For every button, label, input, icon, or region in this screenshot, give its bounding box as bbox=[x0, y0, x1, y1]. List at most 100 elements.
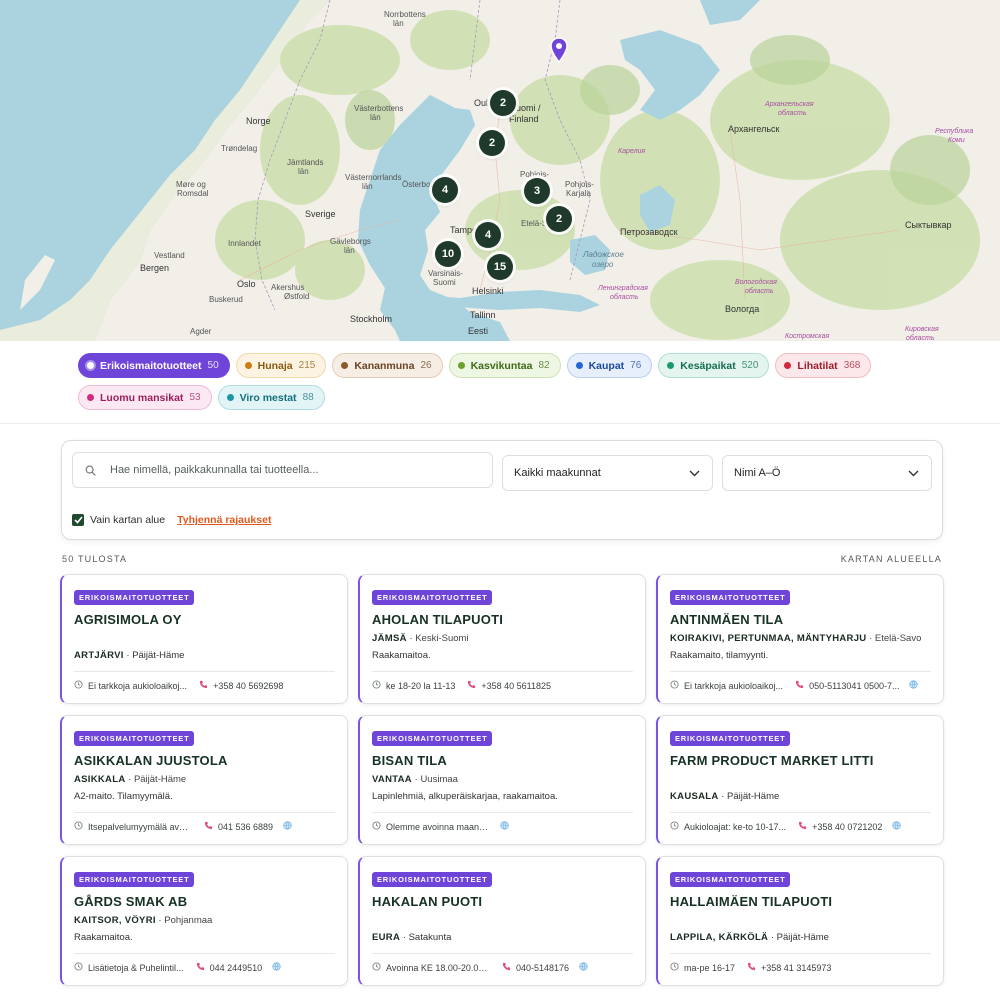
region-select[interactable]: Kaikki maakunnat bbox=[502, 455, 713, 491]
map-place-label: Sverige bbox=[305, 209, 336, 219]
phone-icon bbox=[798, 821, 807, 832]
globe-icon[interactable] bbox=[283, 821, 292, 832]
category-chip[interactable]: Kananmuna 26 bbox=[332, 353, 443, 378]
result-card[interactable]: ERIKOISMAITOTUOTTEET ANTINMÄEN TILA KOIRAK… bbox=[656, 574, 944, 704]
card-hours-text: ma-pe 16-17 bbox=[684, 962, 736, 973]
category-chip[interactable]: Hunaja 215 bbox=[235, 353, 327, 378]
map-cluster-marker[interactable]: 4 bbox=[475, 222, 501, 248]
map[interactable]: Norrbottens län Norge Västerbottens län Trønd… bbox=[0, 0, 1000, 341]
result-card[interactable]: ERIKOISMAITOTUOTTEET GÅRDS SMAK AB KAITSOR… bbox=[60, 856, 348, 986]
card-phone[interactable]: +358 40 5692698 bbox=[199, 680, 283, 691]
map-place-label: Innlandet bbox=[228, 239, 261, 248]
card-phone[interactable]: 040-5148176 bbox=[502, 962, 569, 973]
card-description: ARTJÄRVI · Päijät-Häme bbox=[74, 650, 185, 661]
map-place-label: область bbox=[610, 294, 639, 301]
card-title[interactable]: FARM PRODUCT MARKET LITTI bbox=[670, 753, 931, 768]
map-cluster-marker[interactable]: 2 bbox=[546, 206, 572, 232]
category-chip-label: Kananmuna bbox=[354, 359, 415, 372]
sort-select[interactable]: Nimi A–Ö bbox=[722, 455, 932, 491]
card-title[interactable]: BISAN TILA bbox=[372, 753, 633, 768]
search-box[interactable] bbox=[72, 452, 493, 488]
category-chip[interactable]: Kaupat 76 bbox=[566, 353, 653, 378]
category-chip[interactable]: Kasvikuntaa 82 bbox=[448, 353, 561, 378]
card-title[interactable]: AGRISIMOLA OY bbox=[74, 612, 335, 627]
card-title[interactable]: ASIKKALAN JUUSTOLA bbox=[74, 753, 335, 768]
map-place-label: Romsdal bbox=[177, 189, 209, 198]
category-chip-count: 82 bbox=[538, 360, 550, 371]
card-title[interactable]: ANTINMÄEN TILA bbox=[670, 612, 931, 627]
map-place-label: Петрозаводск bbox=[620, 227, 678, 237]
card-location bbox=[670, 774, 931, 786]
clear-filters-link[interactable]: Tyhjennä rajaukset bbox=[177, 514, 271, 526]
category-dot-icon bbox=[667, 362, 675, 369]
card-phone-text: 041 536 6889 bbox=[218, 821, 274, 832]
result-card[interactable]: ERIKOISMAITOTUOTTEET HALLAIMÄEN TILAPUOTI… bbox=[656, 856, 944, 986]
card-title[interactable]: HALLAIMÄEN TILAPUOTI bbox=[670, 894, 931, 909]
map-cluster-marker[interactable]: 2 bbox=[490, 90, 516, 116]
location-pin-icon[interactable] bbox=[549, 37, 569, 63]
globe-icon[interactable] bbox=[579, 962, 588, 973]
card-hours: Itsepalvelumyymälä avoin... bbox=[74, 821, 192, 832]
card-place: JÄMSÄ bbox=[372, 633, 407, 644]
globe-icon[interactable] bbox=[500, 821, 509, 832]
map-place-label: Pohjois- bbox=[565, 180, 594, 189]
globe-icon[interactable] bbox=[892, 821, 902, 832]
search-input[interactable] bbox=[110, 464, 480, 476]
category-chip[interactable]: Luomu mansikat 53 bbox=[78, 385, 212, 410]
map-place-label: Västerbottens bbox=[354, 104, 404, 113]
phone-icon bbox=[199, 680, 208, 691]
card-description: EURA · Satakunta bbox=[372, 932, 452, 943]
card-region: Päijät-Häme bbox=[133, 774, 187, 785]
card-hours-text: Aukioloajat: ke-to 10-17... bbox=[684, 821, 787, 832]
card-title[interactable]: HAKALAN PUOTI bbox=[372, 894, 633, 909]
category-chip-count: 520 bbox=[741, 360, 759, 371]
card-place: KAITSOR, VÖYRI bbox=[74, 915, 156, 926]
card-place: ARTJÄRVI bbox=[74, 650, 124, 661]
result-card[interactable]: ERIKOISMAITOTUOTTEET FARM PRODUCT MARKET … bbox=[656, 715, 944, 845]
card-hours: Lisätietoja & Puhelintil... bbox=[74, 962, 184, 973]
globe-icon[interactable] bbox=[909, 680, 919, 691]
divider bbox=[0, 423, 1000, 424]
globe-icon[interactable] bbox=[272, 962, 281, 973]
map-place-label: Buskerud bbox=[209, 295, 243, 304]
map-cluster-marker[interactable]: 3 bbox=[524, 178, 550, 204]
category-chip-label: Erikoismaitotuotteet bbox=[100, 359, 202, 372]
card-phone[interactable]: 041 536 6889 bbox=[204, 821, 273, 832]
map-area-checkbox[interactable] bbox=[72, 514, 84, 526]
map-place-label: Кировская bbox=[905, 326, 939, 333]
phone-icon bbox=[467, 680, 476, 691]
clock-icon bbox=[74, 680, 83, 691]
category-chip[interactable]: Viro mestat 88 bbox=[217, 385, 325, 410]
category-chip[interactable]: Lihatilat 368 bbox=[775, 353, 872, 378]
result-card[interactable]: ERIKOISMAITOTUOTTEET HAKALAN PUOTI EURA · … bbox=[358, 856, 646, 986]
result-card[interactable]: ERIKOISMAITOTUOTTEET BISAN TILA VANTAA · U… bbox=[358, 715, 646, 845]
card-phone[interactable]: +358 40 5611825 bbox=[467, 680, 551, 691]
map-cluster-marker[interactable]: 2 bbox=[479, 130, 505, 156]
card-phone[interactable]: +358 40 0721202 bbox=[798, 821, 882, 832]
phone-icon bbox=[502, 962, 511, 973]
card-hours-text: ke 18-20 la 11-13 bbox=[386, 680, 456, 691]
map-place-label: Eesti bbox=[468, 326, 489, 336]
card-phone[interactable]: 050-5113041 0500-7... bbox=[795, 680, 899, 691]
clock-icon bbox=[670, 821, 679, 832]
category-chip-count: 26 bbox=[420, 360, 432, 371]
search-icon bbox=[85, 465, 96, 476]
card-phone[interactable]: 044 2449510 bbox=[196, 962, 262, 973]
map-area-checkbox-label[interactable]: Vain kartan alue bbox=[90, 514, 165, 526]
result-card[interactable]: ERIKOISMAITOTUOTTEET ASIKKALAN JUUSTOLA AS… bbox=[60, 715, 348, 845]
map-cluster-marker[interactable]: 15 bbox=[487, 254, 513, 280]
result-card[interactable]: ERIKOISMAITOTUOTTEET AHOLAN TILAPUOTI JÄMS… bbox=[358, 574, 646, 704]
clock-icon bbox=[670, 680, 679, 691]
category-chip[interactable]: Kesäpaikat 520 bbox=[658, 353, 770, 378]
result-card[interactable]: ERIKOISMAITOTUOTTEET AGRISIMOLA OY ARTJÄRV… bbox=[60, 574, 348, 704]
card-title[interactable]: AHOLAN TILAPUOTI bbox=[372, 612, 633, 627]
card-title[interactable]: GÅRDS SMAK AB bbox=[74, 894, 335, 909]
card-description: LAPPILA, KÄRKÖLÄ · Päijät-Häme bbox=[670, 932, 829, 943]
map-cluster-marker[interactable]: 10 bbox=[435, 241, 461, 267]
map-cluster-marker[interactable]: 4 bbox=[432, 177, 458, 203]
category-chip[interactable]: Erikoismaitotuotteet 50 bbox=[78, 353, 230, 378]
map-place-label: Oslo bbox=[237, 279, 256, 289]
clock-icon bbox=[74, 962, 83, 973]
card-phone[interactable]: +358 41 3145973 bbox=[747, 962, 831, 973]
category-chip-label: Kaupat bbox=[588, 359, 625, 372]
